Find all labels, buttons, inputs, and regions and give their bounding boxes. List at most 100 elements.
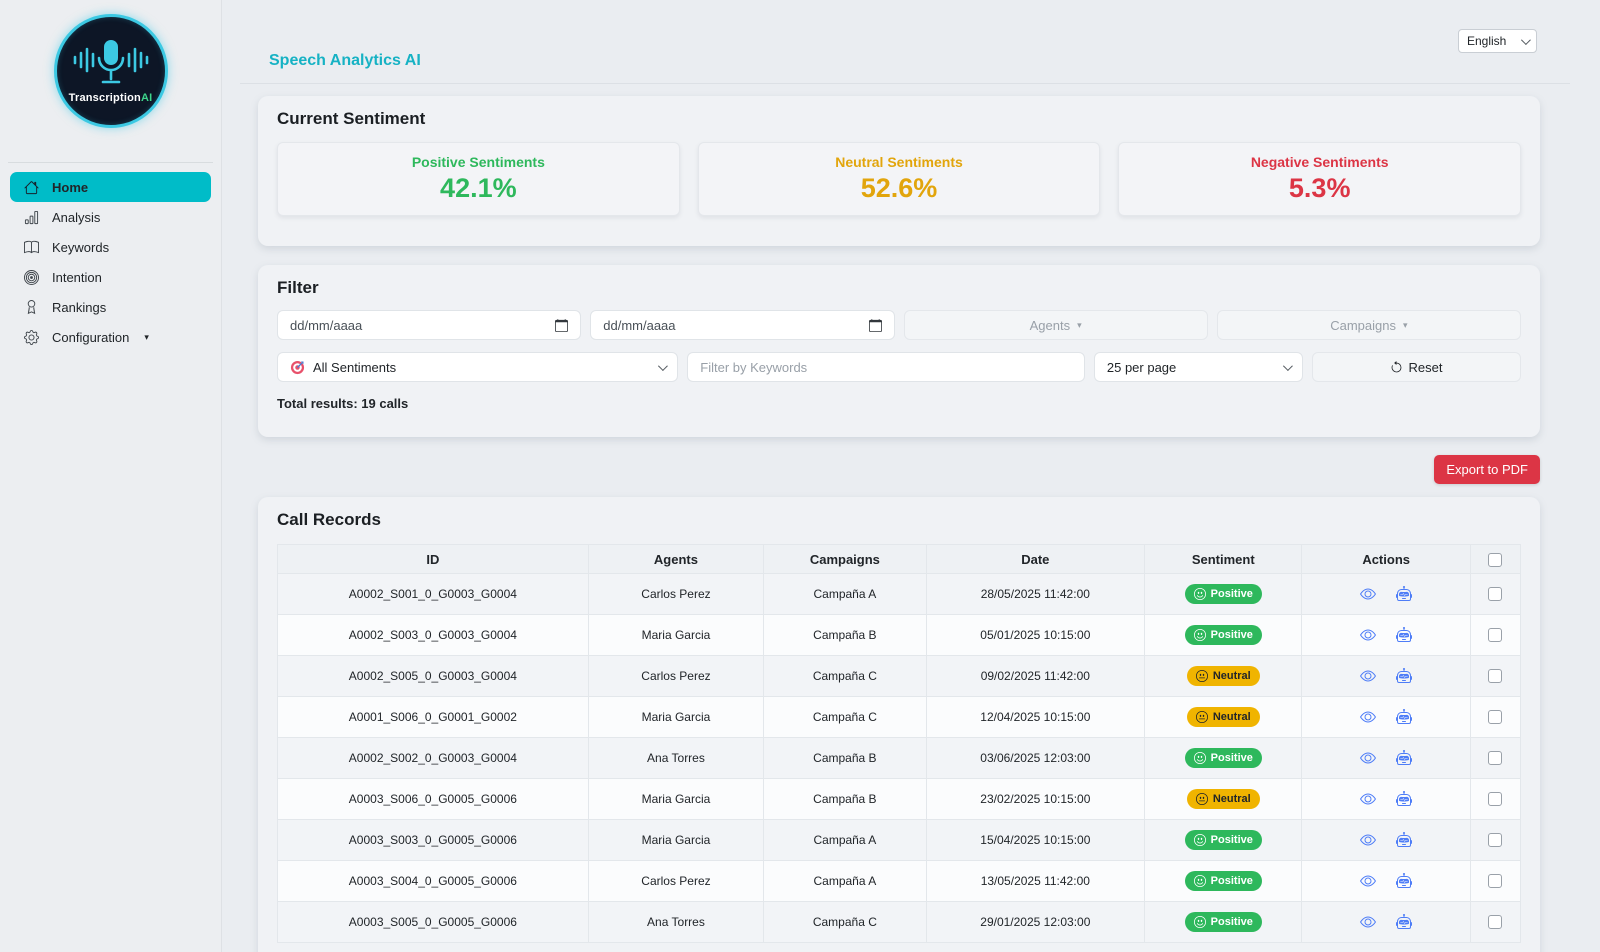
smile-icon [1194, 834, 1206, 846]
row-checkbox[interactable] [1488, 587, 1502, 601]
sidebar-item-analysis[interactable]: Analysis [10, 202, 211, 232]
row-checkbox[interactable] [1488, 628, 1502, 642]
row-checkbox[interactable] [1488, 915, 1502, 929]
date-to-placeholder: dd/mm/aaaa [603, 318, 675, 333]
cell-agent: Carlos Perez [588, 861, 763, 902]
row-checkbox[interactable] [1488, 669, 1502, 683]
view-button[interactable] [1360, 627, 1376, 643]
cell-agent: Maria Garcia [588, 615, 763, 656]
sidebar-item-label: Rankings [52, 300, 106, 315]
agents-dropdown[interactable]: Agents ▾ [904, 310, 1208, 340]
date-from-input[interactable]: dd/mm/aaaa [277, 310, 581, 340]
robot-icon [1396, 750, 1412, 766]
row-checkbox[interactable] [1488, 792, 1502, 806]
view-button[interactable] [1360, 668, 1376, 684]
neutral-sentiment-card: Neutral Sentiments 52.6% [698, 142, 1101, 216]
negative-sentiment-card: Negative Sentiments 5.3% [1118, 142, 1521, 216]
keywords-input[interactable] [700, 360, 1072, 375]
transcript-bot-button[interactable] [1396, 668, 1412, 684]
sentiment-filter-select[interactable]: All Sentiments [277, 352, 678, 382]
view-button[interactable] [1360, 832, 1376, 848]
row-checkbox[interactable] [1488, 833, 1502, 847]
cell-date: 03/06/2025 12:03:00 [926, 738, 1145, 779]
transcript-bot-button[interactable] [1396, 914, 1412, 930]
calendar-icon [869, 319, 882, 332]
cell-date: 15/04/2025 10:15:00 [926, 820, 1145, 861]
row-checkbox[interactable] [1488, 751, 1502, 765]
view-button[interactable] [1360, 914, 1376, 930]
cell-actions [1302, 656, 1470, 697]
view-button[interactable] [1360, 709, 1376, 725]
cell-sentiment: Positive [1145, 902, 1302, 943]
cell-id: A0003_S004_0_G0005_G0006 [278, 861, 589, 902]
view-button[interactable] [1360, 750, 1376, 766]
sidebar-item-keywords[interactable]: Keywords [10, 232, 211, 262]
chevron-down-icon [658, 361, 668, 371]
caret-down-icon: ▾ [144, 332, 149, 343]
robot-icon [1396, 627, 1412, 643]
current-sentiment-card: Current Sentiment Positive Sentiments 42… [258, 96, 1540, 246]
cell-campaign: Campaña A [764, 861, 926, 902]
sidebar-nav: Home Analysis Keywords Intention Ranking… [0, 172, 221, 352]
agents-dropdown-label: Agents [1030, 318, 1070, 333]
view-button[interactable] [1360, 791, 1376, 807]
cell-agent: Maria Garcia [588, 697, 763, 738]
sidebar-item-intention[interactable]: Intention [10, 262, 211, 292]
transcript-bot-button[interactable] [1396, 791, 1412, 807]
sidebar-item-configuration[interactable]: Configuration ▾ [10, 322, 211, 352]
transcript-bot-button[interactable] [1396, 873, 1412, 889]
date-to-input[interactable]: dd/mm/aaaa [590, 310, 894, 340]
sentiment-badge-label: Positive [1211, 876, 1253, 887]
page-title: Speech Analytics AI [269, 52, 421, 70]
reset-button[interactable]: Reset [1312, 352, 1521, 382]
cell-campaign: Campaña C [764, 697, 926, 738]
caret-down-icon: ▾ [1403, 320, 1408, 331]
per-page-select[interactable]: 25 per page [1094, 352, 1303, 382]
cell-campaign: Campaña A [764, 820, 926, 861]
sidebar-item-home[interactable]: Home [10, 172, 211, 202]
smile-icon [1194, 588, 1206, 600]
campaigns-dropdown[interactable]: Campaigns ▾ [1217, 310, 1521, 340]
date-from-placeholder: dd/mm/aaaa [290, 318, 362, 333]
transcript-bot-button[interactable] [1396, 709, 1412, 725]
view-button[interactable] [1360, 586, 1376, 602]
row-checkbox[interactable] [1488, 710, 1502, 724]
sentiment-badge: Neutral [1187, 789, 1260, 809]
cell-id: A0003_S005_0_G0005_G0006 [278, 902, 589, 943]
view-button[interactable] [1360, 873, 1376, 889]
cell-agent: Maria Garcia [588, 779, 763, 820]
cell-agent: Carlos Perez [588, 574, 763, 615]
cell-select [1470, 697, 1520, 738]
sentiment-badge: Positive [1185, 584, 1262, 604]
house-icon [24, 180, 39, 195]
transcript-bot-button[interactable] [1396, 586, 1412, 602]
transcript-bot-button[interactable] [1396, 750, 1412, 766]
export-pdf-button[interactable]: Export to PDF [1434, 455, 1540, 484]
cell-select [1470, 779, 1520, 820]
language-select[interactable]: English [1458, 29, 1537, 53]
cell-sentiment: Positive [1145, 574, 1302, 615]
sidebar-item-rankings[interactable]: Rankings [10, 292, 211, 322]
cell-sentiment: Positive [1145, 615, 1302, 656]
transcript-bot-button[interactable] [1396, 627, 1412, 643]
neutral-face-icon [1196, 711, 1208, 723]
column-header-actions: Actions [1302, 545, 1470, 574]
table-row: A0003_S005_0_G0005_G0006 Ana Torres Camp… [278, 902, 1521, 943]
cell-date: 12/04/2025 10:15:00 [926, 697, 1145, 738]
column-header-date: Date [926, 545, 1145, 574]
select-all-checkbox[interactable] [1488, 553, 1502, 567]
cell-sentiment: Neutral [1145, 697, 1302, 738]
eye-icon [1360, 750, 1376, 766]
row-checkbox[interactable] [1488, 874, 1502, 888]
gear-icon [24, 330, 39, 345]
transcript-bot-button[interactable] [1396, 832, 1412, 848]
keywords-input-wrap [687, 352, 1085, 382]
eye-icon [1360, 709, 1376, 725]
eye-icon [1360, 873, 1376, 889]
sidebar-item-label: Home [52, 180, 88, 195]
microphone-waveform-icon [68, 38, 154, 88]
logo-accent: AI [141, 92, 152, 104]
robot-icon [1396, 832, 1412, 848]
cell-campaign: Campaña A [764, 574, 926, 615]
sidebar-item-label: Configuration [52, 330, 129, 345]
